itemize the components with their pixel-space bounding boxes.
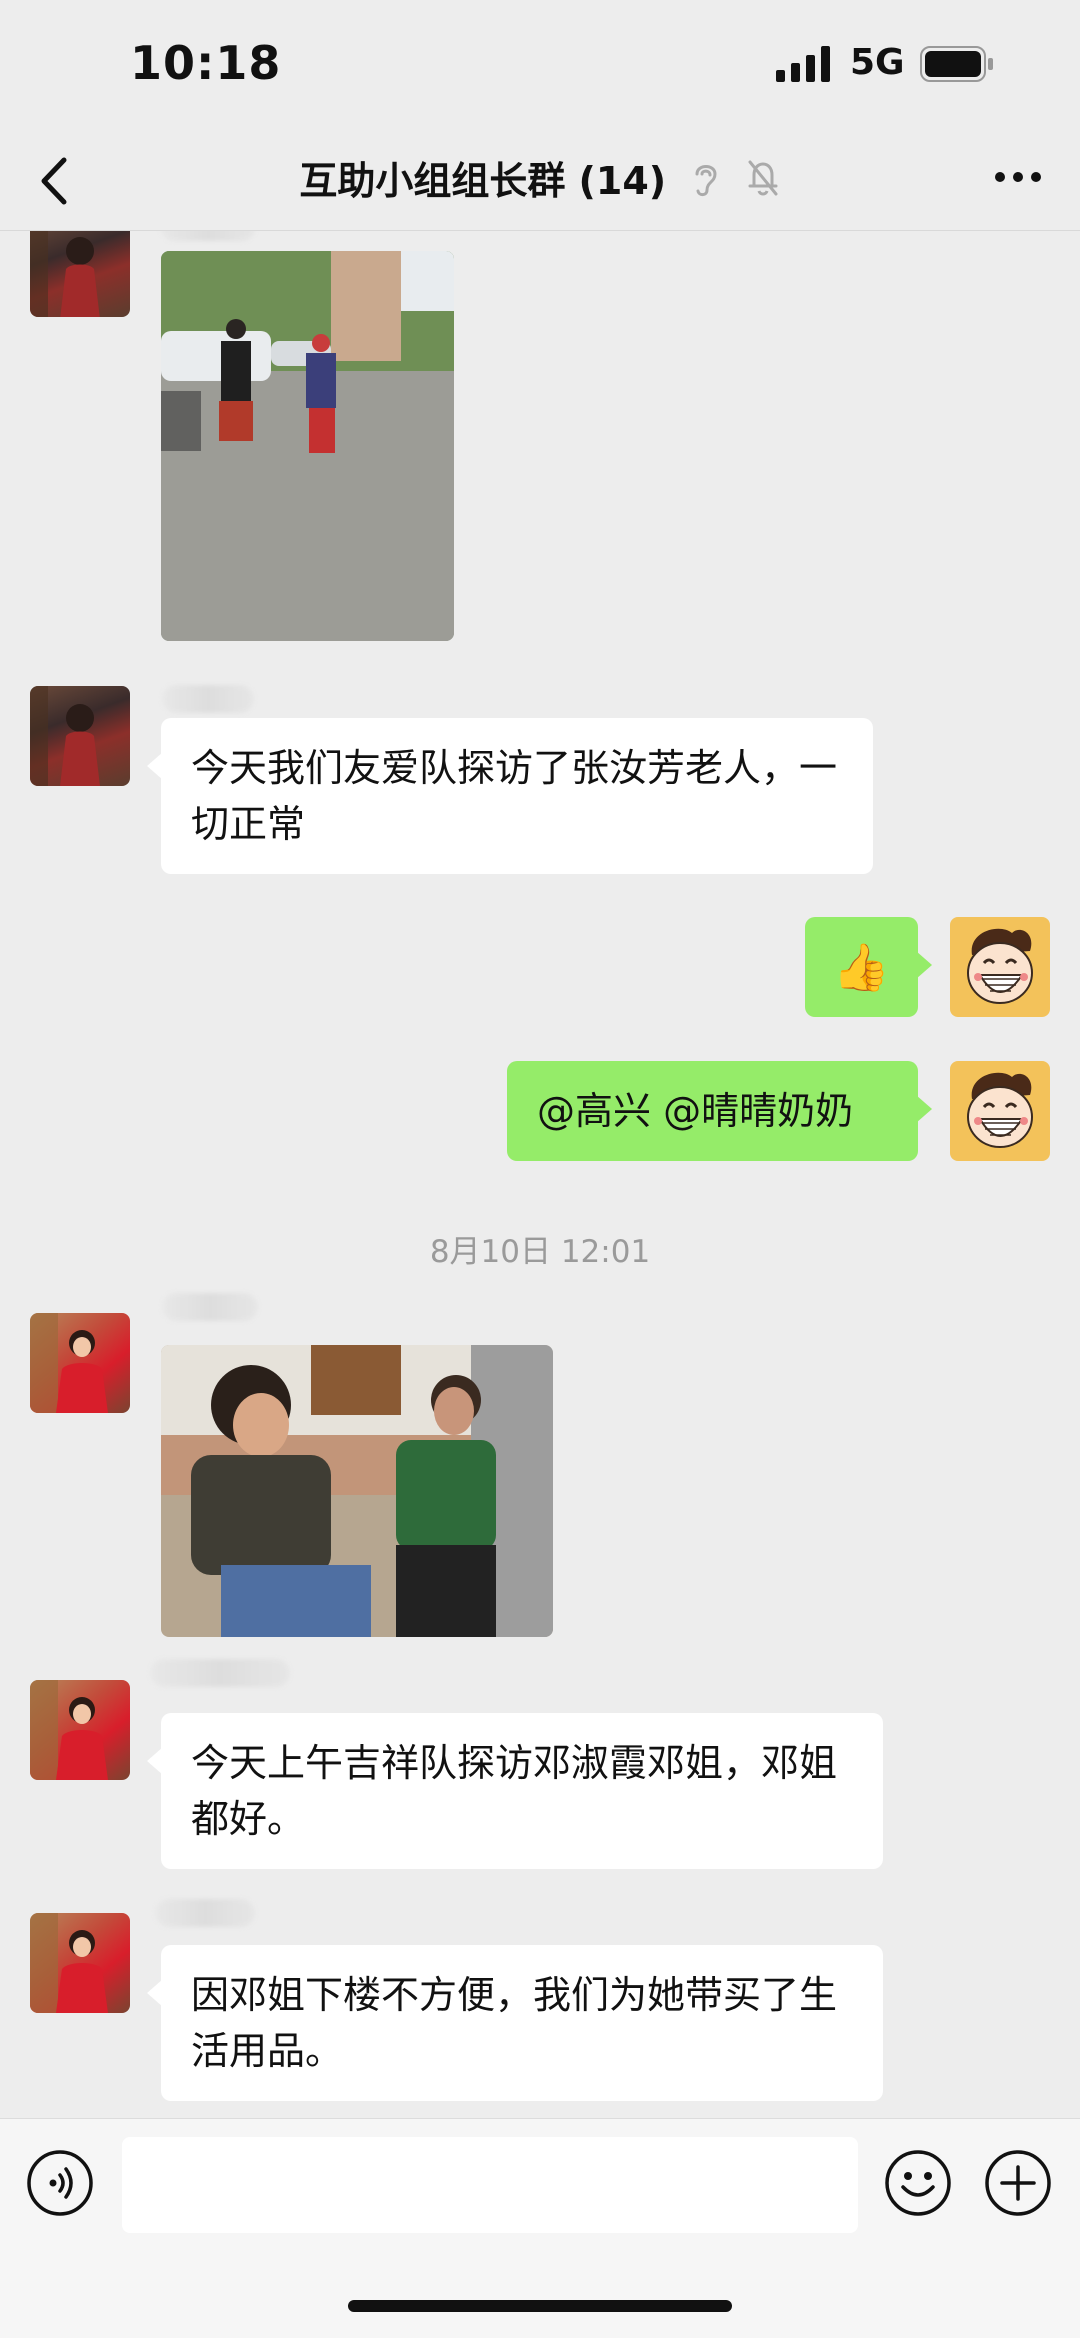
cartoon-face-icon <box>967 928 1033 1004</box>
avatar-image <box>30 1313 108 1413</box>
message-text: 今天上午吉祥队探访邓淑霞邓姐，邓姐都好。 <box>191 1741 838 1841</box>
avatar[interactable] <box>30 1913 130 2013</box>
chat-title: 互助小组组长群 (14) <box>299 159 667 203</box>
message-text: 今天我们友爱队探访了张汝芳老人，一切正常 <box>191 746 838 846</box>
my-avatar[interactable] <box>950 917 1050 1017</box>
sender-name <box>162 1293 258 1321</box>
battery-icon <box>920 46 993 82</box>
plus-icon[interactable] <box>984 2149 1052 2217</box>
ear-icon <box>695 164 717 196</box>
avatar-image <box>30 1680 108 1780</box>
avatar[interactable] <box>30 1313 130 1413</box>
avatar[interactable] <box>30 231 130 317</box>
sender-name <box>160 231 256 241</box>
sender-name <box>162 685 254 713</box>
cartoon-face-icon <box>967 1072 1033 1148</box>
chat-header: 互助小组组长群 (14) <box>0 130 1080 231</box>
signal-icon <box>776 46 830 82</box>
street-photo <box>161 251 454 641</box>
message-bubble[interactable]: 因邓姐下楼不方便，我们为她带买了生活用品。 <box>147 1945 883 2101</box>
voice-icon[interactable] <box>26 2149 94 2217</box>
more-icon[interactable] <box>994 170 1042 184</box>
avatar[interactable] <box>30 686 130 786</box>
status-bar: 10:18 5G <box>0 0 1080 130</box>
emoji-icon[interactable] <box>884 2149 952 2217</box>
my-avatar[interactable] <box>950 1061 1050 1161</box>
message-image[interactable] <box>161 1345 553 1637</box>
avatar-image <box>30 686 100 786</box>
message-bubble[interactable]: @高兴 @晴晴奶奶 <box>507 1061 932 1161</box>
status-time: 10:18 <box>130 36 282 90</box>
thumbs-up-emoji: 👍 <box>832 940 891 994</box>
message-input[interactable] <box>122 2137 858 2233</box>
network-type: 5G <box>850 42 905 83</box>
message-bubble[interactable]: 今天我们友爱队探访了张汝芳老人，一切正常 <box>147 718 873 874</box>
visit-photo <box>161 1345 553 1637</box>
chat-title-group: 互助小组组长群 (14) <box>0 150 1080 205</box>
message-bubble[interactable]: 今天上午吉祥队探访邓淑霞邓姐，邓姐都好。 <box>147 1713 883 1869</box>
message-bubble[interactable]: 👍 <box>805 917 932 1017</box>
avatar-image <box>30 231 100 317</box>
message-text: @高兴 @晴晴奶奶 <box>537 1089 854 1133</box>
bell-mute-icon <box>748 160 778 195</box>
sender-name <box>150 1659 290 1687</box>
sender-name <box>155 1899 255 1927</box>
avatar[interactable] <box>30 1680 130 1780</box>
message-text: 因邓姐下楼不方便，我们为她带买了生活用品。 <box>191 1973 838 2073</box>
home-indicator[interactable] <box>348 2300 732 2312</box>
message-image[interactable] <box>161 251 454 641</box>
message-list[interactable]: 今天我们友爱队探访了张汝芳老人，一切正常 👍 @高兴 @晴晴奶奶 8月10日 1… <box>0 231 1080 2116</box>
timestamp: 8月10日 12:01 <box>429 1234 651 1270</box>
avatar-image <box>30 1913 108 2013</box>
